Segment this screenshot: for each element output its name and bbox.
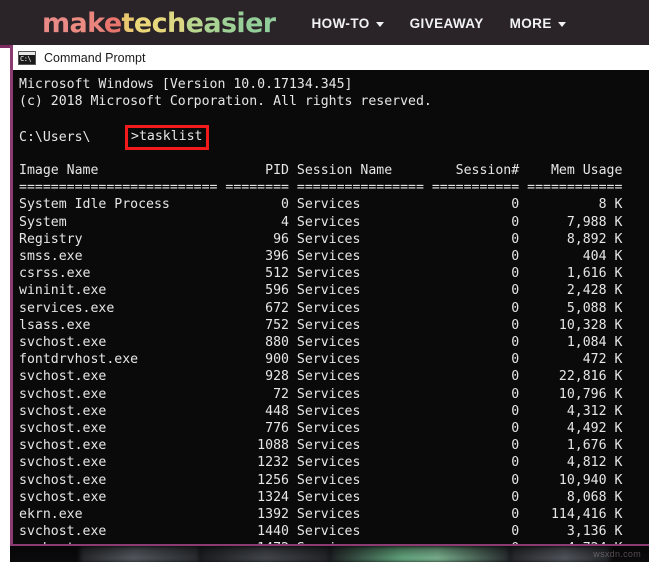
nav-item-label: GIVEAWAY <box>409 15 484 31</box>
console-banner-line-1: Microsoft Windows [Version 10.0.17134.34… <box>19 77 353 92</box>
logo-letter: t <box>121 7 135 39</box>
main-nav: HOW-TO GIVEAWAY MORE <box>312 16 566 31</box>
command-prompt-window: C:\ Command Prompt Microsoft Windows [Ve… <box>10 45 649 562</box>
console-banner-line-2: (c) 2018 Microsoft Corporation. All righ… <box>19 94 432 110</box>
nav-item-more[interactable]: MORE <box>510 16 566 31</box>
logo-letter: m <box>42 7 70 39</box>
logo-letter: i <box>236 7 246 39</box>
chevron-down-icon <box>557 21 566 27</box>
window-title: Command Prompt <box>44 50 146 65</box>
logo-letter: s <box>220 7 237 39</box>
wallpaper-shade <box>10 546 649 562</box>
logo-letter: e <box>133 7 152 39</box>
nav-item-label: HOW-TO <box>311 15 370 31</box>
nav-item-label: MORE <box>509 15 552 31</box>
logo-letter: e <box>103 7 122 39</box>
console-output-area[interactable]: Microsoft Windows [Version 10.0.17134.34… <box>13 70 649 562</box>
window-titlebar[interactable]: C:\ Command Prompt <box>13 45 649 70</box>
logo-letter: e <box>185 7 204 39</box>
tasklist-table-separator: ========================= ======== =====… <box>19 180 623 196</box>
logo-letter: r <box>262 7 276 39</box>
command-prompt-icon-glyph: C:\ <box>20 54 32 63</box>
console-prompt-prefix: C:\Users\ <box>19 129 91 145</box>
command-prompt-icon: C:\ <box>18 50 36 65</box>
logo-letter: h <box>166 7 186 39</box>
logo-letter: a <box>69 7 88 39</box>
console-typed-command: >tasklist <box>131 128 203 144</box>
watermark: wsxdn.com <box>593 549 641 559</box>
console-prompt-line: C:\Users\ >tasklist <box>19 124 649 150</box>
tasklist-table-header: Image Name PID Session Name Session# Mem… <box>19 162 623 178</box>
logo-letter: e <box>245 7 263 39</box>
tasklist-table-rows: System Idle Process 0 Services 0 8 K Sys… <box>19 197 623 562</box>
nav-item-giveaway[interactable]: GIVEAWAY <box>410 16 484 31</box>
chevron-down-icon <box>375 21 384 27</box>
logo-letter: k <box>87 7 104 39</box>
site-logo[interactable]: maketecheasier <box>42 10 276 37</box>
logo-letter: a <box>203 7 221 39</box>
nav-item-how-to[interactable]: HOW-TO <box>312 16 384 31</box>
logo-letter: c <box>151 7 168 39</box>
background-wallpaper-strip <box>10 546 649 562</box>
site-header: maketecheasier HOW-TO GIVEAWAY MORE <box>0 0 649 46</box>
